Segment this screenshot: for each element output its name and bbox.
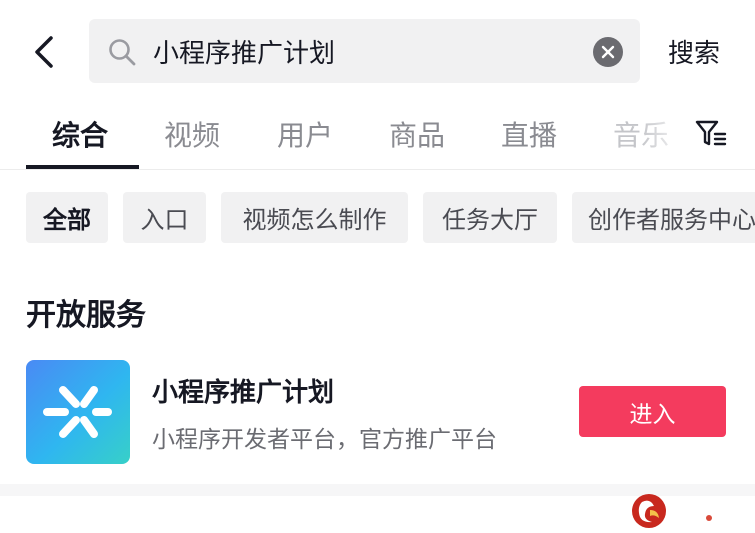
result-tabs: 综合 视频 用户 商品 直播 音乐 (0, 100, 755, 170)
filter-chips: 全部 入口 视频怎么制作 任务大厅 创作者服务中心 (0, 170, 755, 260)
service-description: 小程序开发者平台，官方推广平台 (152, 427, 497, 453)
watermark-logo-icon (632, 494, 666, 528)
tab-music[interactable]: 音乐 (613, 114, 669, 154)
chip-entry[interactable]: 入口 (123, 192, 206, 243)
tab-user[interactable]: 用户 (277, 114, 333, 154)
back-button[interactable] (24, 30, 64, 74)
clear-icon (601, 45, 615, 59)
filter-icon[interactable] (695, 118, 727, 148)
back-arrow-icon (35, 36, 53, 68)
active-tab-indicator (26, 165, 139, 169)
search-box[interactable] (89, 19, 640, 83)
tab-live[interactable]: 直播 (501, 114, 557, 154)
chip-creator-service-center[interactable]: 创作者服务中心 (572, 192, 755, 243)
section-title: 开放服务 (26, 298, 146, 333)
search-bar-row: 搜索 (0, 0, 755, 100)
enter-button[interactable]: 进入 (579, 386, 726, 437)
open-service-item[interactable]: 小程序推广计划 小程序开发者平台，官方推广平台 进入 (0, 356, 755, 468)
chip-all[interactable]: 全部 (26, 192, 108, 243)
search-input[interactable] (153, 31, 573, 71)
search-icon (109, 39, 136, 66)
tab-product[interactable]: 商品 (389, 114, 445, 154)
tab-video[interactable]: 视频 (164, 114, 220, 154)
watermark-dot (706, 515, 712, 521)
search-submit-button[interactable]: 搜索 (668, 33, 720, 70)
tab-comprehensive[interactable]: 综合 (52, 114, 108, 154)
clear-search-button[interactable] (593, 37, 623, 67)
mini-program-logo-icon (26, 360, 130, 464)
service-title: 小程序推广计划 (152, 378, 335, 408)
chip-task-hall[interactable]: 任务大厅 (423, 192, 557, 243)
chip-how-to-make-video[interactable]: 视频怎么制作 (221, 192, 408, 243)
